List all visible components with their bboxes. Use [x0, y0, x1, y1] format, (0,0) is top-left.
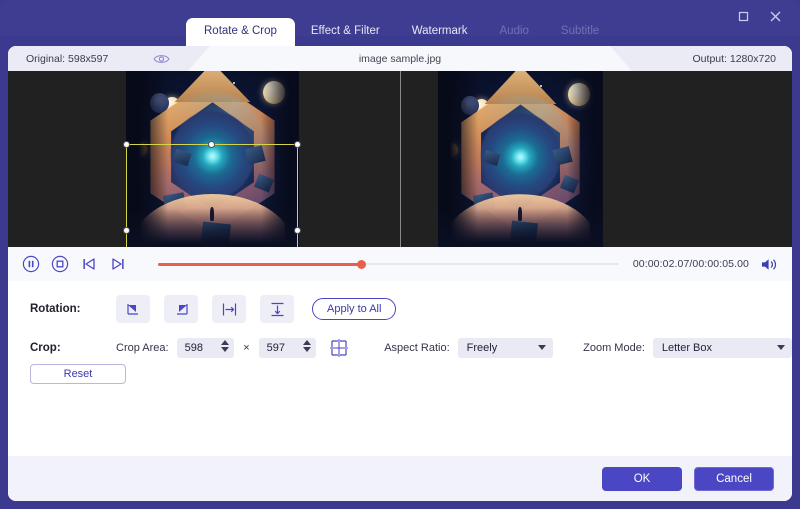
- rotation-row: Rotation: Apply to All: [8, 295, 792, 323]
- tab-audio[interactable]: Audio: [484, 18, 545, 46]
- aspect-ratio-value: Freely: [466, 342, 498, 354]
- reset-row: Reset: [8, 363, 792, 385]
- editor-window: Rotate & Crop Effect & Filter Watermark …: [0, 0, 800, 509]
- tab-effect-filter[interactable]: Effect & Filter: [295, 18, 396, 46]
- crop-area-label: Crop Area:: [116, 342, 169, 354]
- crop-handle-top-right[interactable]: [294, 141, 301, 148]
- crop-handle-middle-left[interactable]: [123, 227, 130, 234]
- playback-time-label: 00:00:02.07/00:00:05.00: [632, 258, 749, 270]
- pause-icon[interactable]: [20, 253, 42, 275]
- footer-bar: OK Cancel: [8, 456, 792, 501]
- flip-vertical-icon[interactable]: [260, 295, 294, 323]
- volume-icon[interactable]: [758, 254, 780, 274]
- aspect-ratio-label: Aspect Ratio:: [384, 342, 450, 354]
- progress-knob[interactable]: [356, 259, 366, 269]
- zoom-mode-select[interactable]: Letter Box: [652, 338, 792, 358]
- rotate-left-icon[interactable]: [116, 295, 150, 323]
- crop-width-value: 598: [184, 342, 203, 354]
- eye-icon[interactable]: [152, 50, 170, 68]
- crop-dimension-separator: ×: [243, 342, 250, 354]
- apply-to-all-button[interactable]: Apply to All: [312, 298, 397, 320]
- output-artwork: [438, 71, 603, 247]
- preview-area: [8, 71, 792, 247]
- stop-icon[interactable]: [49, 253, 71, 275]
- tab-subtitle[interactable]: Subtitle: [545, 18, 615, 46]
- rotate-right-icon[interactable]: [164, 295, 198, 323]
- zoom-mode-value: Letter Box: [661, 342, 713, 354]
- cancel-button[interactable]: Cancel: [694, 466, 774, 491]
- crop-width-stepper[interactable]: [221, 340, 230, 352]
- playback-progress-slider[interactable]: [158, 257, 619, 271]
- next-frame-icon[interactable]: [107, 253, 129, 275]
- output-size-label: Output: 1280x720: [692, 52, 776, 65]
- editor-card: Original: 598x597 image sample.jpg Outpu…: [8, 46, 792, 501]
- crop-height-input[interactable]: 597: [258, 338, 317, 358]
- tab-rotate-crop[interactable]: Rotate & Crop: [186, 18, 295, 46]
- previous-frame-icon[interactable]: [78, 253, 100, 275]
- crop-handle-top-left[interactable]: [123, 141, 130, 148]
- crop-label: Crop:: [30, 342, 61, 354]
- rotation-label: Rotation:: [30, 303, 81, 315]
- chevron-down-icon: [777, 345, 785, 350]
- aspect-ratio-select[interactable]: Freely: [457, 338, 554, 358]
- ok-button[interactable]: OK: [602, 466, 682, 491]
- source-preview-pane[interactable]: [8, 71, 400, 247]
- crop-selection-rect[interactable]: [123, 141, 301, 247]
- settings-panel: Rotation: Apply to All Crop: Crop Area: …: [8, 281, 792, 456]
- crop-height-stepper[interactable]: [303, 340, 312, 352]
- chevron-down-icon: [538, 345, 547, 350]
- crop-handle-top-center[interactable]: [208, 141, 215, 148]
- crop-link-icon[interactable]: [328, 338, 350, 358]
- output-preview-pane[interactable]: [400, 71, 792, 247]
- progress-fill: [158, 262, 361, 266]
- flip-horizontal-icon[interactable]: [212, 295, 246, 323]
- zoom-mode-label: Zoom Mode:: [583, 342, 645, 354]
- crop-handle-middle-right[interactable]: [294, 227, 301, 234]
- reset-button[interactable]: Reset: [30, 364, 126, 384]
- tab-watermark[interactable]: Watermark: [396, 18, 484, 46]
- info-bar: Original: 598x597 image sample.jpg Outpu…: [8, 46, 792, 71]
- crop-height-value: 597: [266, 342, 285, 354]
- tab-bar: Rotate & Crop Effect & Filter Watermark …: [0, 18, 800, 46]
- player-bar: 00:00:02.07/00:00:05.00: [8, 247, 792, 281]
- output-size-chip: Output: 1280x720: [610, 46, 792, 71]
- crop-row: Crop: Crop Area: 598 × 597 Aspect Ratio:…: [8, 336, 792, 360]
- crop-width-input[interactable]: 598: [176, 338, 235, 358]
